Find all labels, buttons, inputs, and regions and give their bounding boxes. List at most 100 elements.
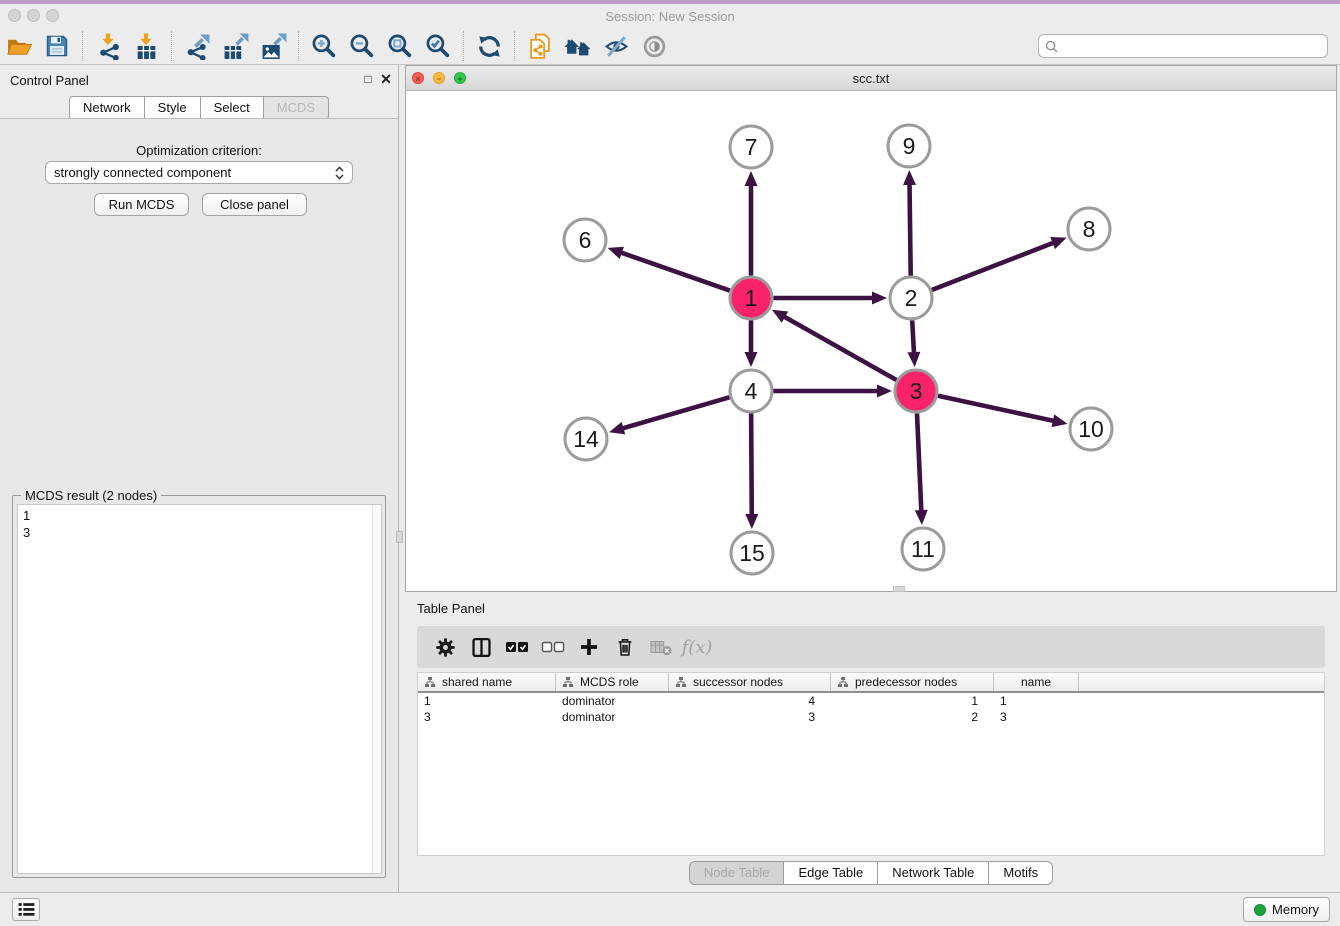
share-document-button[interactable] — [521, 29, 559, 63]
table-cell[interactable]: dominator — [556, 693, 669, 709]
edge-3-11[interactable] — [917, 413, 921, 512]
open-session-button[interactable] — [0, 29, 38, 63]
node-table: shared nameMCDS rolesuccessor nodesprede… — [417, 672, 1325, 856]
import-network-icon — [95, 33, 122, 60]
table-settings-button[interactable] — [427, 629, 463, 665]
mcds-panel: Optimization criterion: strongly connect… — [0, 118, 398, 892]
column-header-shared-name[interactable]: shared name — [418, 673, 556, 691]
edge-2-8[interactable] — [932, 242, 1055, 289]
save-session-button[interactable] — [38, 29, 76, 63]
edge-arrowhead — [609, 422, 625, 434]
edge-3-10[interactable] — [938, 396, 1055, 421]
hide-graphics-button[interactable] — [597, 29, 635, 63]
column-header-mcds-role[interactable]: MCDS role — [556, 673, 669, 691]
column-type-icon — [837, 676, 849, 688]
search-icon — [1045, 40, 1058, 53]
tab-select[interactable]: Select — [201, 96, 264, 120]
status-bar: Memory — [0, 892, 1340, 926]
criterion-select[interactable]: strongly connected component — [45, 161, 353, 184]
table-cell[interactable]: 4 — [669, 693, 831, 709]
edge-1-6[interactable] — [620, 252, 730, 290]
close-panel-icon[interactable]: ✕ — [378, 71, 394, 87]
export-image-button[interactable] — [254, 29, 292, 63]
toolbar-separator — [514, 31, 515, 61]
edge-2-3[interactable] — [912, 320, 914, 354]
graph-node-label: 6 — [579, 227, 592, 253]
network-window-titlebar[interactable]: × − + scc.txt — [406, 66, 1336, 91]
home-button[interactable] — [559, 29, 597, 63]
table-panel: Table Panel □ ✕ — [405, 595, 1337, 890]
table-row[interactable]: 3dominator323 — [418, 709, 1324, 725]
table-cell[interactable]: 3 — [669, 709, 831, 725]
table-header-row: shared nameMCDS rolesuccessor nodesprede… — [418, 673, 1324, 693]
select-all-columns-button[interactable] — [499, 629, 535, 665]
column-header-predecessor-nodes[interactable]: predecessor nodes — [831, 673, 994, 691]
result-scrollbar[interactable] — [372, 505, 381, 873]
zoom-in-button[interactable] — [305, 29, 343, 63]
edge-arrowhead — [915, 510, 928, 525]
tab-style[interactable]: Style — [145, 96, 201, 120]
column-header-name[interactable]: name — [994, 673, 1079, 691]
graph-node-label: 8 — [1083, 216, 1096, 242]
unchecked-boxes-icon — [541, 638, 565, 656]
save-icon — [44, 33, 70, 59]
search-box[interactable] — [1038, 34, 1328, 58]
create-column-button[interactable] — [571, 629, 607, 665]
table-cell[interactable]: 1 — [994, 693, 1079, 709]
table-cell[interactable]: 3 — [418, 709, 556, 725]
import-network-button[interactable] — [89, 29, 127, 63]
horizontal-splitter-handle[interactable] — [893, 586, 905, 592]
toolbar-separator — [298, 31, 299, 61]
zoom-out-button[interactable] — [343, 29, 381, 63]
tab-network[interactable]: Network — [69, 96, 145, 120]
edge-arrowhead — [872, 292, 887, 305]
zoom-selected-button[interactable] — [419, 29, 457, 63]
tab-mcds[interactable]: MCDS — [264, 96, 329, 120]
show-graphics-button[interactable] — [635, 29, 673, 63]
zoom-fit-button[interactable] — [381, 29, 419, 63]
table-toolbar: f(x) — [417, 626, 1325, 668]
mcds-result-text[interactable]: 13 — [17, 504, 382, 874]
tab-motifs[interactable]: Motifs — [989, 861, 1053, 885]
tab-node-table[interactable]: Node Table — [689, 861, 785, 885]
task-history-button[interactable] — [12, 898, 40, 921]
memory-button[interactable]: Memory — [1243, 897, 1330, 922]
function-builder-button[interactable]: f(x) — [679, 629, 715, 665]
import-table-button[interactable] — [127, 29, 165, 63]
table-cell[interactable]: dominator — [556, 709, 669, 725]
column-header-successor-nodes[interactable]: successor nodes — [669, 673, 831, 691]
network-view-window: × − + scc.txt 7968124314101511 — [405, 65, 1337, 592]
refresh-view-button[interactable] — [470, 29, 508, 63]
mcds-result-title: MCDS result (2 nodes) — [21, 488, 161, 503]
mcds-result-group: MCDS result (2 nodes) 13 — [12, 495, 386, 878]
edge-4-15[interactable] — [751, 413, 752, 516]
edge-arrowhead — [877, 385, 892, 398]
unselect-all-columns-button[interactable] — [535, 629, 571, 665]
float-panel-icon[interactable]: □ — [360, 71, 376, 87]
tab-network-table[interactable]: Network Table — [878, 861, 989, 885]
window-title: Session: New Session — [0, 9, 1340, 24]
zoom-fit-icon — [387, 33, 414, 60]
vertical-splitter-handle[interactable] — [396, 531, 403, 543]
search-input[interactable] — [1063, 39, 1321, 53]
table-cell[interactable]: 3 — [994, 709, 1079, 725]
edge-4-14[interactable] — [622, 397, 730, 428]
gear-icon — [434, 636, 457, 659]
close-panel-button[interactable]: Close panel — [202, 193, 307, 216]
edge-arrowhead — [1052, 414, 1068, 427]
show-column-button[interactable] — [463, 629, 499, 665]
delete-table-button[interactable] — [643, 629, 679, 665]
table-cell[interactable]: 1 — [418, 693, 556, 709]
run-mcds-button[interactable]: Run MCDS — [94, 193, 189, 216]
tab-edge-table[interactable]: Edge Table — [784, 861, 878, 885]
export-network-button[interactable] — [178, 29, 216, 63]
table-row[interactable]: 1dominator411 — [418, 693, 1324, 709]
table-cell[interactable]: 2 — [831, 709, 994, 725]
network-canvas[interactable]: 7968124314101511 — [406, 91, 1336, 591]
export-table-button[interactable] — [216, 29, 254, 63]
table-cell[interactable]: 1 — [831, 693, 994, 709]
import-table-icon — [133, 33, 160, 60]
delete-column-button[interactable] — [607, 629, 643, 665]
edge-3-1[interactable] — [783, 316, 896, 380]
edge-2-9[interactable] — [909, 183, 910, 276]
